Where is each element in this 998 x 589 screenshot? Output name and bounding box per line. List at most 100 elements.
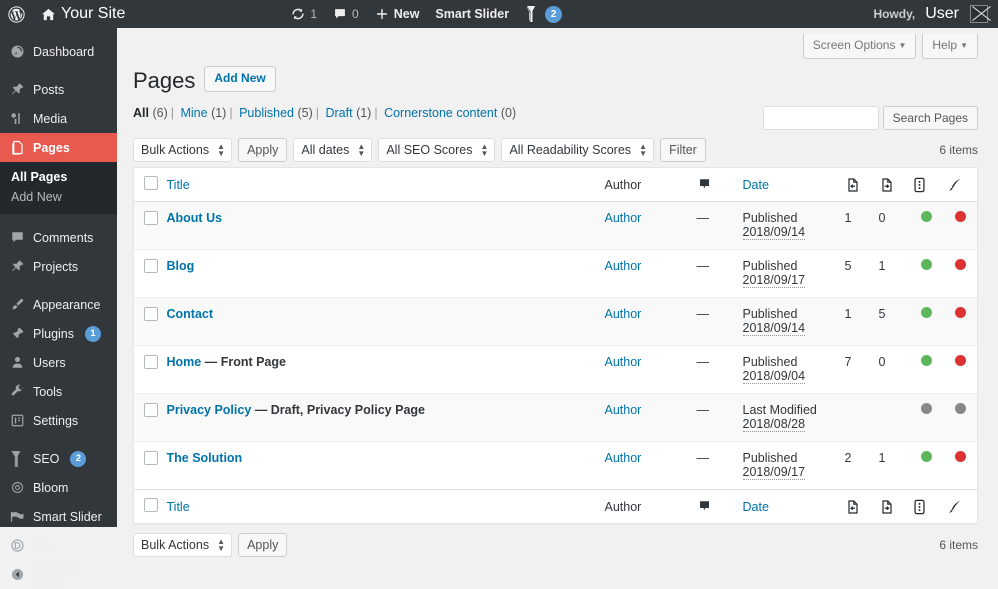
sidebar-item-media[interactable]: Media bbox=[0, 104, 117, 133]
row-checkbox[interactable] bbox=[144, 403, 158, 418]
table-row[interactable]: The Solution Author — Published 2018/09/… bbox=[133, 441, 978, 490]
add-new-button[interactable]: Add New bbox=[204, 66, 276, 93]
table-row[interactable]: About Us Author — Published 2018/09/14 1… bbox=[133, 201, 978, 250]
sidebar-item-collapse-menu[interactable]: Collapse menu bbox=[0, 560, 117, 589]
row-select-cell[interactable] bbox=[133, 393, 164, 442]
table-row[interactable]: Contact Author — Published 2018/09/14 1 … bbox=[133, 297, 978, 346]
row-author-link[interactable]: Author bbox=[605, 403, 642, 417]
sidebar-item-pages[interactable]: Pages bbox=[0, 133, 117, 162]
view-all-label[interactable]: All bbox=[133, 106, 149, 120]
apply-button-bottom[interactable]: Apply bbox=[238, 533, 288, 558]
seo-scores-select[interactable]: All SEO Scores ▲ ▼ bbox=[378, 138, 496, 163]
submenu-item-add-new[interactable]: Add New bbox=[0, 187, 117, 207]
row-title-link[interactable]: Blog bbox=[167, 259, 195, 273]
sidebar-item-plugins[interactable]: Plugins 1 bbox=[0, 319, 117, 348]
row-checkbox[interactable] bbox=[144, 211, 158, 226]
help-button[interactable]: Help ▼ bbox=[922, 34, 978, 59]
row-title-link[interactable]: Privacy Policy bbox=[167, 403, 252, 417]
column-footer-date[interactable]: Date bbox=[739, 489, 842, 524]
column-title-label[interactable]: Title bbox=[167, 178, 190, 192]
table-row[interactable]: Blog Author — Published 2018/09/17 5 1 bbox=[133, 249, 978, 298]
sidebar-item-seo[interactable]: SEO 2 bbox=[0, 444, 117, 473]
bulk-actions-select-bottom[interactable]: Bulk Actions ▲ ▼ bbox=[133, 533, 233, 558]
row-title-link[interactable]: Contact bbox=[167, 307, 214, 321]
sidebar-item-divi[interactable]: Divi bbox=[0, 531, 117, 560]
column-date-label[interactable]: Date bbox=[743, 178, 769, 192]
select-all-checkbox-footer[interactable] bbox=[144, 498, 158, 513]
view-cornerstone-label[interactable]: Cornerstone content bbox=[384, 106, 497, 120]
row-select-cell[interactable] bbox=[133, 297, 164, 346]
column-header-outbound-links[interactable] bbox=[875, 167, 910, 203]
column-footer-seo-score[interactable] bbox=[909, 489, 944, 524]
view-cornerstone[interactable]: Cornerstone content (0) bbox=[384, 106, 516, 120]
sidebar-item-dashboard[interactable]: Dashboard bbox=[0, 37, 117, 66]
column-header-seo-score[interactable] bbox=[909, 167, 944, 203]
view-draft[interactable]: Draft (1) bbox=[325, 106, 371, 120]
select-all-header[interactable] bbox=[133, 167, 164, 203]
view-mine-label[interactable]: Mine bbox=[180, 106, 207, 120]
select-all-footer[interactable] bbox=[133, 489, 164, 524]
view-published-label[interactable]: Published bbox=[239, 106, 294, 120]
column-footer-inbound-links[interactable] bbox=[841, 489, 876, 524]
sidebar-item-tools[interactable]: Tools bbox=[0, 377, 117, 406]
row-checkbox[interactable] bbox=[144, 451, 158, 466]
view-all[interactable]: All (6) bbox=[133, 106, 168, 120]
row-author-link[interactable]: Author bbox=[605, 355, 642, 369]
table-row[interactable]: Privacy Policy — Draft, Privacy Policy P… bbox=[133, 393, 978, 442]
column-header-date[interactable]: Date bbox=[739, 167, 842, 203]
sidebar-item-comments[interactable]: Comments bbox=[0, 223, 117, 252]
seo-menu[interactable]: 2 bbox=[517, 0, 570, 28]
column-footer-outbound-links[interactable] bbox=[875, 489, 910, 524]
screen-options-button[interactable]: Screen Options ▼ bbox=[802, 34, 917, 59]
row-author-link[interactable]: Author bbox=[605, 259, 642, 273]
row-select-cell[interactable] bbox=[133, 249, 164, 298]
wp-logo-menu[interactable] bbox=[0, 0, 33, 28]
column-header-comments[interactable] bbox=[693, 167, 740, 203]
view-published[interactable]: Published (5) bbox=[239, 106, 313, 120]
site-name-menu[interactable]: Your Site bbox=[33, 0, 133, 28]
column-header-inbound-links[interactable] bbox=[841, 167, 876, 203]
row-author-link[interactable]: Author bbox=[605, 451, 642, 465]
row-title-link[interactable]: About Us bbox=[167, 211, 223, 225]
sidebar-item-appearance[interactable]: Appearance bbox=[0, 290, 117, 319]
my-account-menu[interactable]: Howdy, User bbox=[865, 0, 996, 28]
comments-menu[interactable]: 0 bbox=[325, 0, 367, 28]
row-select-cell[interactable] bbox=[133, 201, 164, 250]
column-header-title[interactable]: Title bbox=[163, 167, 602, 203]
row-title-link[interactable]: The Solution bbox=[167, 451, 243, 465]
row-title-link[interactable]: Home bbox=[167, 355, 202, 369]
new-content-menu[interactable]: New bbox=[367, 0, 428, 28]
column-footer-comments[interactable] bbox=[693, 489, 740, 524]
view-mine[interactable]: Mine (1) bbox=[180, 106, 226, 120]
row-select-cell[interactable] bbox=[133, 441, 164, 490]
column-footer-title[interactable]: Title bbox=[163, 489, 602, 524]
table-row[interactable]: Home — Front Page Author — Published 201… bbox=[133, 345, 978, 394]
row-checkbox[interactable] bbox=[144, 259, 158, 274]
date-filter-select[interactable]: All dates ▲ ▼ bbox=[293, 138, 373, 163]
row-select-cell[interactable] bbox=[133, 345, 164, 394]
filter-button[interactable]: Filter bbox=[660, 138, 706, 163]
row-author-link[interactable]: Author bbox=[605, 307, 642, 321]
sidebar-item-bloom[interactable]: Bloom bbox=[0, 473, 117, 502]
search-input[interactable] bbox=[762, 106, 879, 131]
sidebar-item-settings[interactable]: Settings bbox=[0, 406, 117, 435]
view-draft-label[interactable]: Draft bbox=[325, 106, 352, 120]
column-date-label-footer[interactable]: Date bbox=[743, 500, 769, 514]
column-header-readability[interactable] bbox=[943, 167, 978, 203]
apply-button-top[interactable]: Apply bbox=[238, 138, 288, 163]
sidebar-item-users[interactable]: Users bbox=[0, 348, 117, 377]
row-checkbox[interactable] bbox=[144, 307, 158, 322]
sidebar-item-posts[interactable]: Posts bbox=[0, 75, 117, 104]
readability-scores-select[interactable]: All Readability Scores ▲ ▼ bbox=[501, 138, 655, 163]
column-footer-readability[interactable] bbox=[943, 489, 978, 524]
row-checkbox[interactable] bbox=[144, 355, 158, 370]
select-all-checkbox[interactable] bbox=[144, 176, 158, 191]
row-author-link[interactable]: Author bbox=[605, 211, 642, 225]
updates-menu[interactable]: 1 bbox=[283, 0, 325, 28]
bulk-actions-select[interactable]: Bulk Actions ▲ ▼ bbox=[133, 138, 233, 163]
column-title-label-footer[interactable]: Title bbox=[167, 500, 190, 514]
submenu-item-all-pages[interactable]: All Pages bbox=[0, 167, 117, 187]
smart-slider-menu[interactable]: Smart Slider bbox=[427, 0, 517, 28]
sidebar-item-projects[interactable]: Projects bbox=[0, 252, 117, 281]
search-pages-button[interactable]: Search Pages bbox=[882, 106, 978, 131]
